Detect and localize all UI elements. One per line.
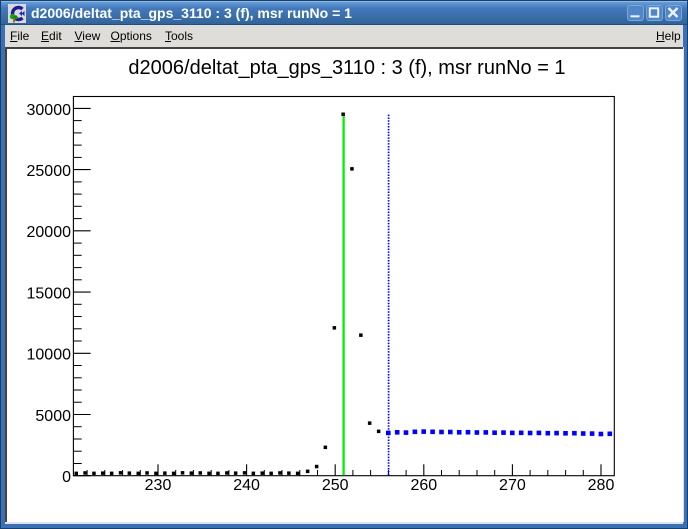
svg-text:270: 270 (499, 477, 526, 494)
svg-text:280: 280 (588, 477, 615, 494)
svg-text:25000: 25000 (27, 163, 72, 180)
svg-text:250: 250 (322, 477, 349, 494)
svg-text:0: 0 (62, 469, 71, 486)
svg-text:5000: 5000 (35, 408, 71, 425)
svg-text:d2006/deltat_pta_gps_3110 : 3: d2006/deltat_pta_gps_3110 : 3 (f), msr r… (128, 57, 565, 79)
svg-text:240: 240 (233, 477, 260, 494)
svg-text:230: 230 (145, 477, 172, 494)
svg-text:10000: 10000 (27, 347, 72, 364)
svg-text:260: 260 (410, 477, 437, 494)
svg-text:20000: 20000 (27, 224, 72, 241)
svg-text:15000: 15000 (27, 286, 72, 303)
svg-text:30000: 30000 (27, 102, 72, 119)
